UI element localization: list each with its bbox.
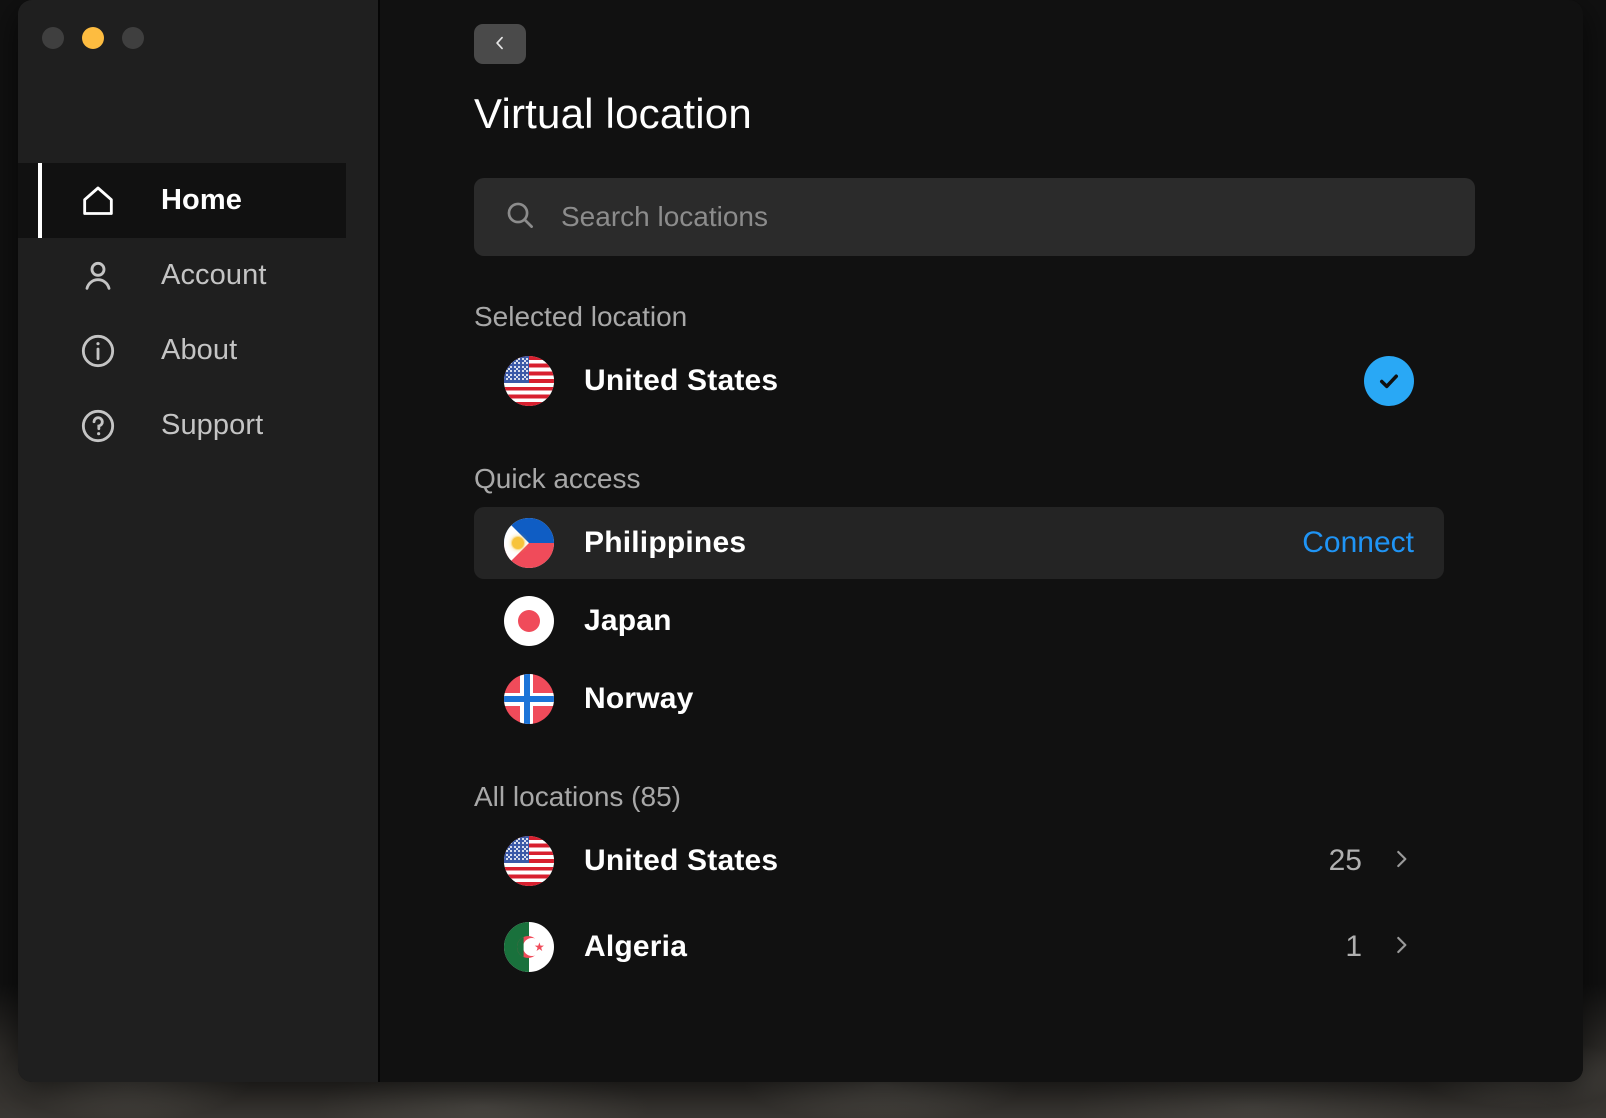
sidebar-nav: Home Account About Support <box>18 163 378 463</box>
flag-japan-icon <box>504 596 554 646</box>
flag-united-states-icon <box>504 836 554 886</box>
main-content: Virtual location Selected location Unite… <box>380 0 1583 1082</box>
location-count: 25 <box>1328 844 1362 877</box>
back-button[interactable] <box>474 24 526 64</box>
location-name: United States <box>584 364 779 397</box>
location-name: Japan <box>584 604 672 637</box>
sidebar-item-about[interactable]: About <box>18 313 346 388</box>
close-window-button[interactable] <box>42 27 64 49</box>
selected-location-list: United States <box>474 345 1444 417</box>
maximize-window-button[interactable] <box>122 27 144 49</box>
sidebar-item-support[interactable]: Support <box>18 388 346 463</box>
chevron-left-icon <box>490 33 510 56</box>
sidebar-item-label: Account <box>161 259 267 291</box>
search-input[interactable] <box>561 201 1475 233</box>
help-icon <box>76 404 120 448</box>
location-name: Philippines <box>584 526 747 559</box>
row-actions: 1 <box>1345 930 1414 964</box>
location-row-philippines[interactable]: Philippines Connect <box>474 507 1444 579</box>
sidebar: Home Account About Support <box>18 0 380 1082</box>
flag-algeria-icon: ★ <box>504 922 554 972</box>
row-actions <box>1364 356 1414 406</box>
flag-philippines-icon <box>504 518 554 568</box>
search-bar[interactable] <box>474 178 1475 256</box>
home-icon <box>76 179 120 223</box>
location-row-japan[interactable]: Japan <box>474 585 1444 657</box>
flag-united-states-icon <box>504 356 554 406</box>
all-locations-label: All locations (85) <box>474 781 681 812</box>
minimize-window-button[interactable] <box>82 27 104 49</box>
row-actions: Connect <box>1302 526 1414 560</box>
page-title: Virtual location <box>474 90 752 137</box>
all-locations-list: United States 25 ★ Algeria 1 <box>474 825 1444 983</box>
sidebar-item-label: About <box>161 334 238 366</box>
user-icon <box>76 254 120 298</box>
sidebar-item-account[interactable]: Account <box>18 238 346 313</box>
location-row-selected[interactable]: United States <box>474 345 1444 417</box>
selected-location-label: Selected location <box>474 301 688 332</box>
chevron-right-icon[interactable] <box>1388 846 1414 877</box>
window-controls <box>18 0 378 49</box>
quick-access-label: Quick access <box>474 463 641 494</box>
app-window: Home Account About Support Virtual locat… <box>18 0 1583 1082</box>
chevron-right-icon[interactable] <box>1388 932 1414 963</box>
check-icon[interactable] <box>1364 356 1414 406</box>
location-row-algeria[interactable]: ★ Algeria 1 <box>474 911 1444 983</box>
location-name: Algeria <box>584 930 688 963</box>
location-row-norway[interactable]: Norway <box>474 663 1444 735</box>
info-icon <box>76 329 120 373</box>
connect-button[interactable]: Connect <box>1302 526 1414 560</box>
location-row-united-states[interactable]: United States 25 <box>474 825 1444 897</box>
sidebar-item-home[interactable]: Home <box>18 163 346 238</box>
location-name: United States <box>584 844 779 877</box>
sidebar-item-label: Support <box>161 409 264 441</box>
location-count: 1 <box>1345 930 1362 963</box>
flag-norway-icon <box>504 674 554 724</box>
quick-access-list: Philippines Connect Japan Norway <box>474 507 1444 735</box>
search-icon <box>503 198 537 237</box>
row-actions: 25 <box>1329 844 1414 878</box>
location-name: Norway <box>584 682 694 715</box>
sidebar-item-label: Home <box>161 184 242 216</box>
